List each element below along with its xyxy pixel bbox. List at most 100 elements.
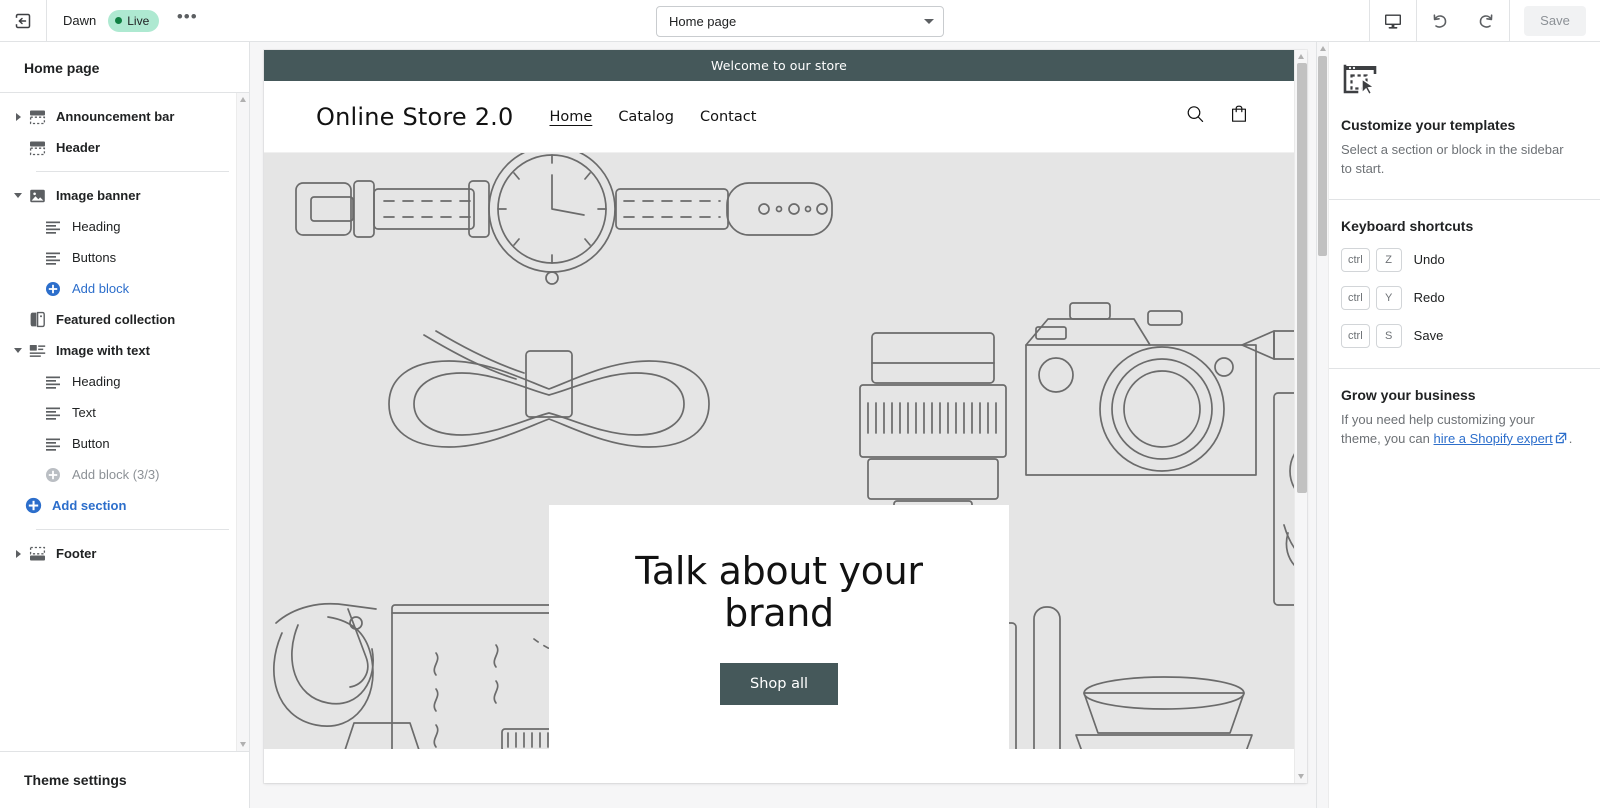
preview-frame: Welcome to our store Online Store 2.0 Ho… [264, 50, 1307, 783]
right-panel-scroll-up-button[interactable] [1317, 42, 1329, 55]
topbar-divider [46, 0, 47, 42]
sidebar-item-footer[interactable]: Footer [0, 538, 249, 569]
sidebar-item-image-with-text[interactable]: Image with text [0, 335, 249, 366]
shortcut-save: ctrl S Save [1341, 324, 1578, 348]
chevron-right-icon[interactable] [10, 546, 26, 562]
more-actions-button[interactable]: ••• [173, 7, 201, 35]
nav-link-catalog[interactable]: Catalog [618, 109, 674, 125]
back-to-admin-button[interactable] [8, 6, 38, 36]
sidebar-scroll-up-button[interactable] [237, 93, 250, 106]
footer-icon [28, 545, 46, 563]
image-banner-section[interactable]: Talk about your brand Shop all [264, 153, 1294, 749]
save-button[interactable]: Save [1524, 6, 1586, 36]
plus-circle-disabled-icon [44, 466, 62, 484]
sidebar-item-label: Buttons [72, 250, 116, 265]
shortcut-label-save: Save [1414, 328, 1444, 343]
page-selector[interactable]: Home page [656, 6, 944, 37]
shopping-bag-icon[interactable] [1228, 103, 1250, 130]
sidebar-block-text[interactable]: Text [0, 397, 249, 428]
sidebar-item-label: Footer [56, 546, 96, 561]
text-lines-icon [44, 435, 62, 453]
theme-editor-app: Dawn Live ••• Home page [0, 0, 1600, 808]
customize-body: Select a section or block in the sidebar… [1341, 141, 1578, 179]
nav-link-home[interactable]: Home [549, 109, 592, 125]
sidebar-divider [36, 171, 229, 172]
preview-scroll-up-button[interactable] [1298, 50, 1304, 63]
status-badge[interactable]: Live [108, 10, 159, 32]
undo-button[interactable] [1417, 0, 1463, 42]
sidebar-block-heading-2[interactable]: Heading [0, 366, 249, 397]
device-preview-button[interactable] [1370, 0, 1416, 42]
key-ctrl: ctrl [1341, 286, 1370, 310]
back-to-admin-icon [13, 11, 33, 31]
shortcut-label-redo: Redo [1414, 290, 1445, 305]
sidebar-add-block-image-banner[interactable]: Add block [0, 273, 249, 304]
nav-link-contact[interactable]: Contact [700, 109, 756, 125]
store-name: Online Store 2.0 [316, 103, 513, 131]
preview-scrollbar[interactable] [1294, 50, 1307, 783]
preview-scroll-down-button[interactable] [1298, 770, 1304, 783]
theme-settings-button[interactable]: Theme settings [0, 751, 249, 808]
sidebar-item-header[interactable]: Header [0, 132, 249, 163]
text-lines-icon [44, 373, 62, 391]
announcement-bar[interactable]: Welcome to our store [264, 50, 1294, 81]
plus-circle-icon [24, 497, 42, 515]
key-s: S [1376, 324, 1402, 348]
sidebar-item-announcement-bar[interactable]: Announcement bar [0, 101, 249, 132]
storefront-header-actions [1184, 103, 1250, 130]
sidebar: Home page Announcement bar [0, 42, 250, 808]
editor-body: Home page Announcement bar [0, 42, 1600, 808]
text-lines-icon [44, 218, 62, 236]
chevron-right-icon[interactable] [10, 109, 26, 125]
page-selector-wrapper: Home page [656, 6, 944, 37]
sidebar-block-heading-1[interactable]: Heading [0, 211, 249, 242]
select-section-icon [1341, 85, 1379, 102]
theme-name: Dawn [63, 13, 96, 28]
sidebar-scroll-region: Announcement bar Header [0, 93, 249, 751]
sidebar-item-label: Heading [72, 219, 120, 234]
banner-shop-all-button[interactable]: Shop all [720, 663, 838, 705]
announcement-text: Welcome to our store [711, 58, 847, 73]
chevron-down-icon[interactable] [10, 188, 26, 204]
collection-tag-icon [28, 311, 46, 329]
undo-arrow-icon [1429, 10, 1451, 32]
key-ctrl: ctrl [1341, 324, 1370, 348]
header-icon [28, 139, 46, 157]
sidebar-add-section[interactable]: Add section [0, 490, 249, 521]
sidebar-title: Home page [0, 42, 249, 93]
right-panel-scrollbar[interactable] [1317, 42, 1329, 808]
search-icon[interactable] [1184, 103, 1206, 130]
text-lines-icon [44, 249, 62, 267]
banner-heading[interactable]: Talk about your brand [579, 551, 979, 635]
chevron-down-icon[interactable] [10, 343, 26, 359]
storefront-header[interactable]: Online Store 2.0 Home Catalog Contact [264, 81, 1294, 153]
right-panel-scrollbar-thumb[interactable] [1318, 56, 1327, 256]
live-status-dot [115, 17, 122, 24]
preview-scrollbar-thumb[interactable] [1297, 63, 1307, 493]
caret-up-icon [240, 97, 246, 102]
redo-arrow-icon [1475, 10, 1497, 32]
sidebar-item-label: Featured collection [56, 312, 175, 327]
sidebar-block-buttons[interactable]: Buttons [0, 242, 249, 273]
caret-up-icon [1320, 46, 1326, 51]
external-link-icon [1555, 431, 1567, 450]
storefront-nav: Home Catalog Contact [549, 109, 756, 125]
shortcuts-title: Keyboard shortcuts [1341, 218, 1578, 234]
redo-button[interactable] [1463, 0, 1509, 42]
sidebar-item-label: Image banner [56, 188, 141, 203]
grow-body: If you need help customizing your theme,… [1341, 411, 1578, 450]
sidebar-item-featured-collection[interactable]: Featured collection [0, 304, 249, 335]
status-badge-label: Live [127, 15, 149, 27]
page-selector-value: Home page [669, 14, 736, 29]
sidebar-scroll-down-button[interactable] [237, 738, 250, 751]
customize-title: Customize your templates [1341, 117, 1578, 133]
key-ctrl: ctrl [1341, 248, 1370, 272]
hire-shopify-expert-link[interactable]: hire a Shopify expert [1434, 431, 1553, 446]
preview-bottom-strip [264, 749, 1294, 783]
sidebar-block-button[interactable]: Button [0, 428, 249, 459]
sidebar-add-block-image-with-text: Add block (3/3) [0, 459, 249, 490]
sidebar-scrollbar[interactable] [236, 93, 249, 751]
sidebar-item-image-banner[interactable]: Image banner [0, 180, 249, 211]
announcement-bar-icon [28, 108, 46, 126]
grow-business-card: Grow your business If you need help cust… [1329, 369, 1600, 470]
